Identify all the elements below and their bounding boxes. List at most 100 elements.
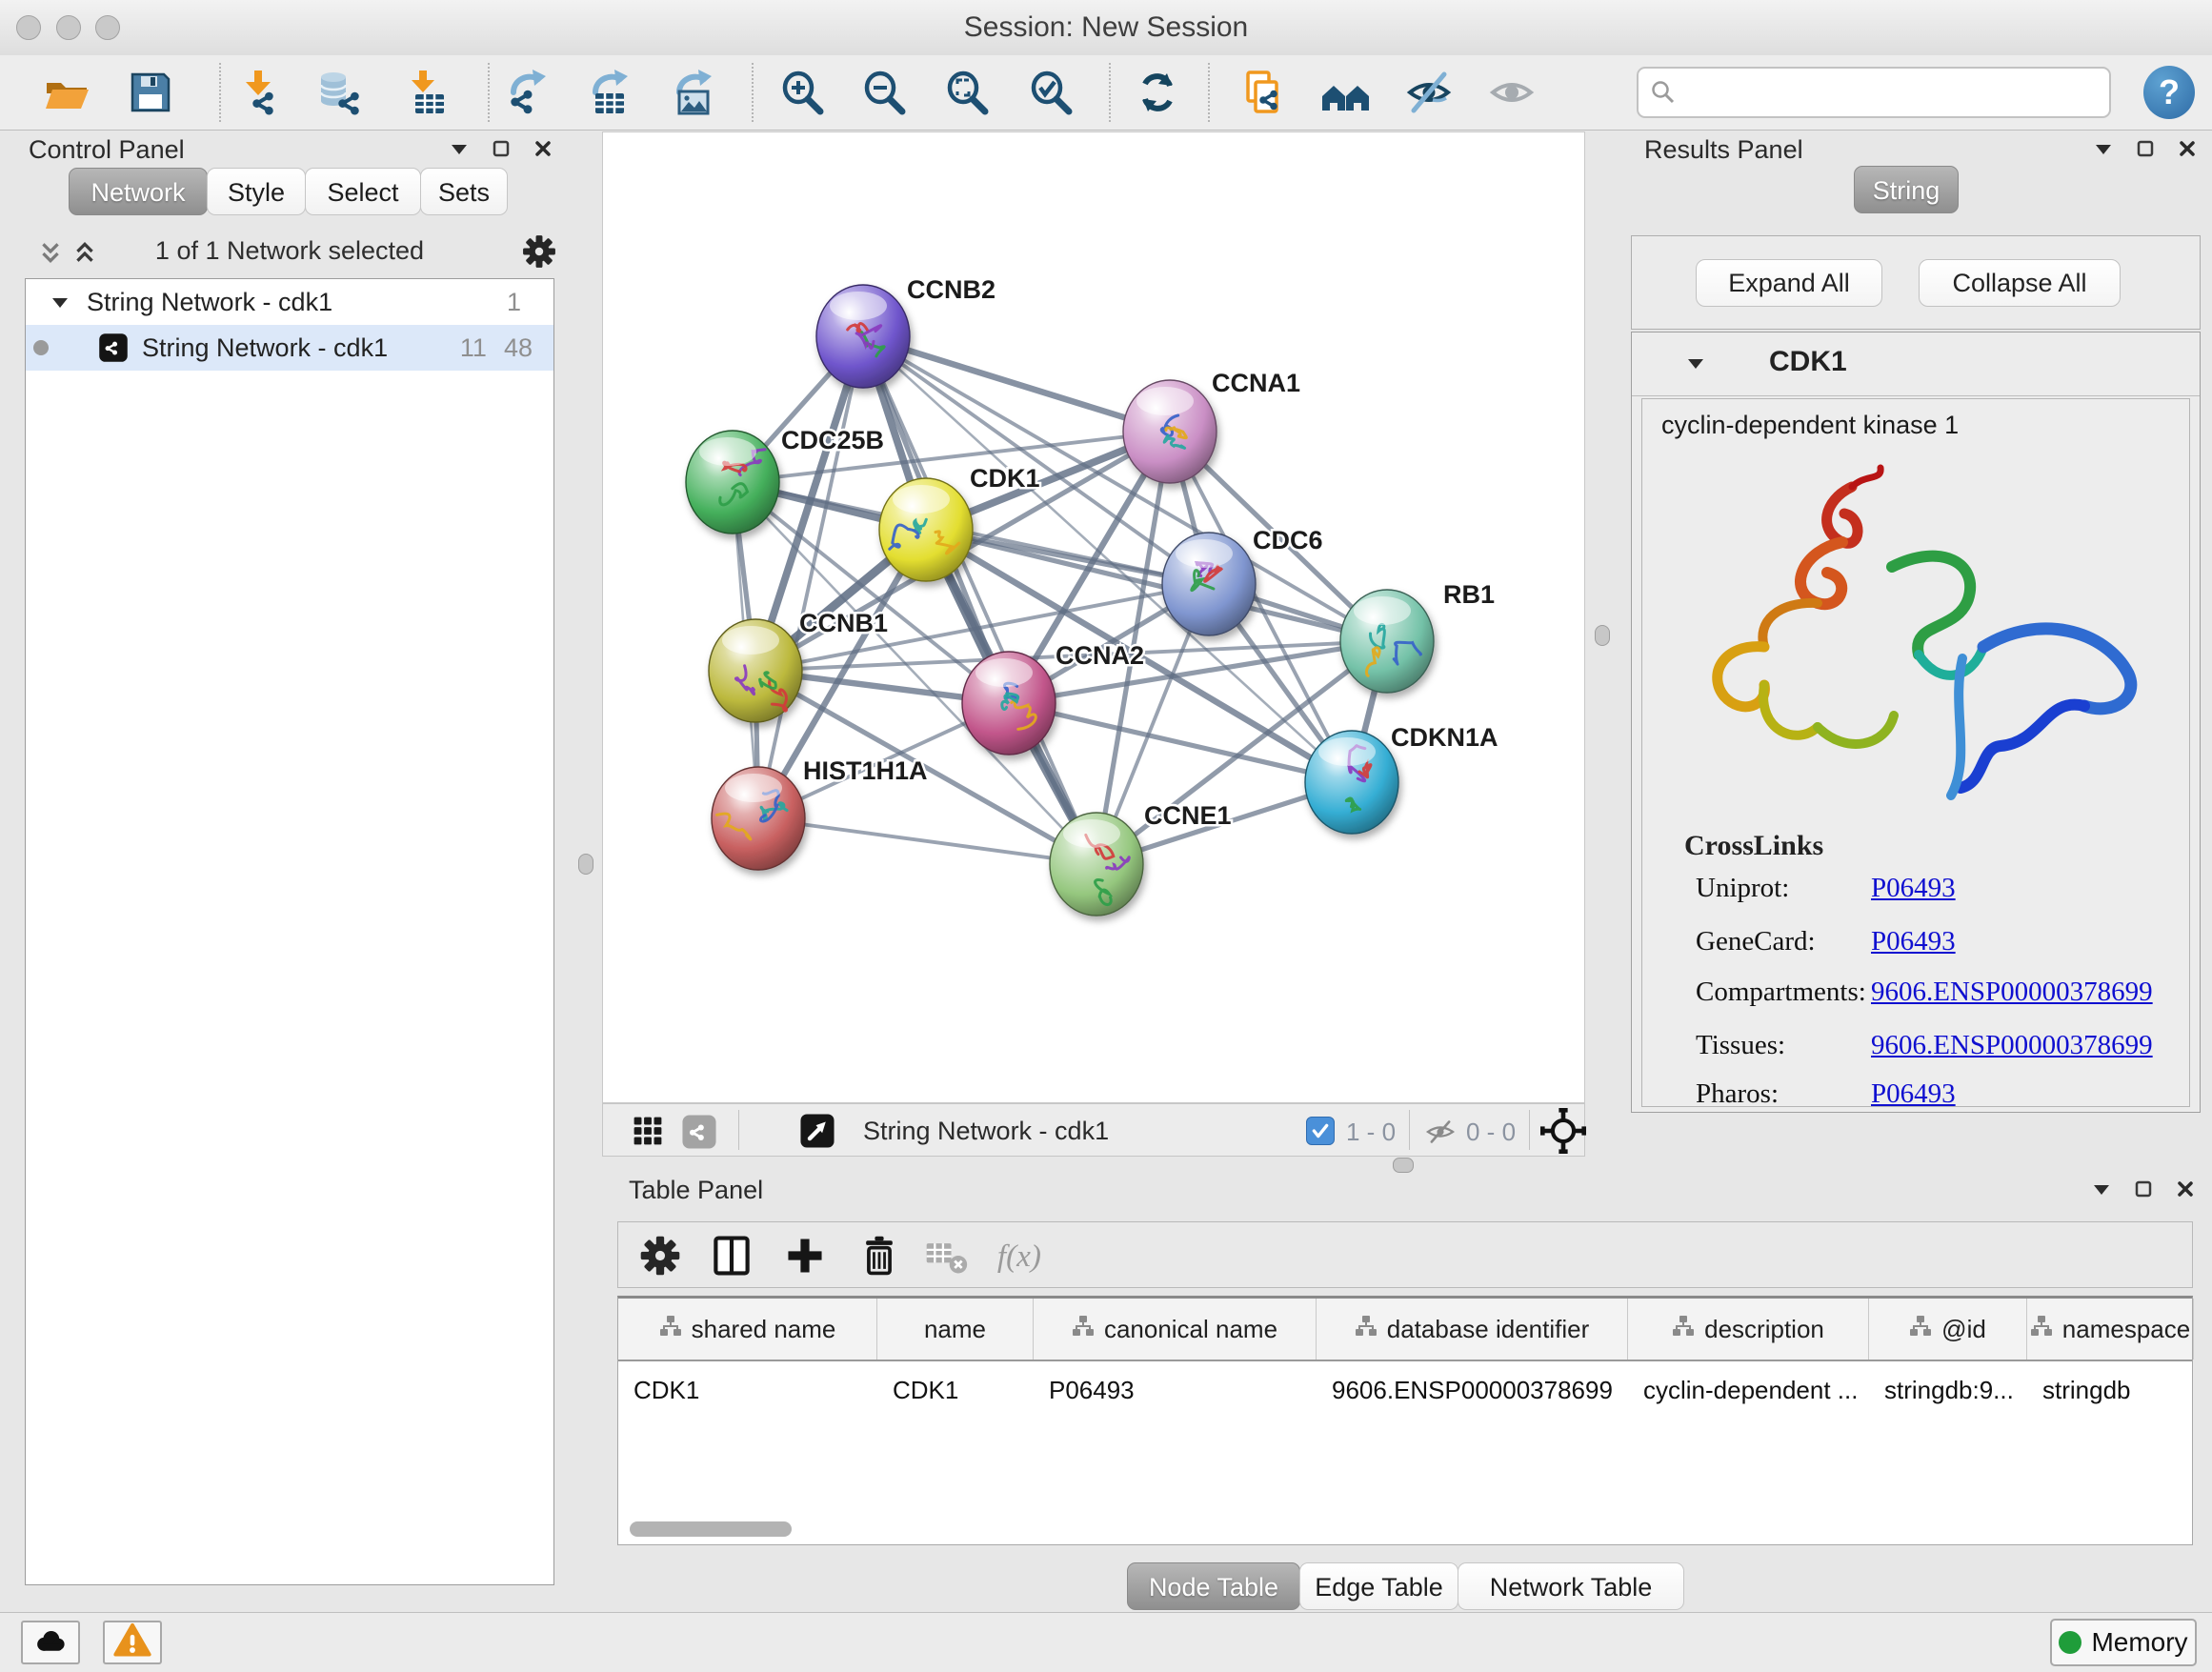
cell-canonicalname[interactable]: P06493 <box>1034 1361 1317 1419</box>
network-node-CCNA2[interactable] <box>962 652 1056 755</box>
column-label: name <box>924 1315 986 1344</box>
network-node-CDC25B[interactable] <box>686 431 779 534</box>
cell-namespace[interactable]: stringdb <box>2027 1361 2194 1419</box>
panel-close-icon[interactable] <box>2176 1179 2195 1203</box>
network-row[interactable]: String Network - cdk1 11 48 <box>26 325 553 371</box>
import-table-button[interactable] <box>401 68 451 117</box>
show-preview-button[interactable] <box>1487 68 1537 117</box>
tab-edge-table[interactable]: Edge Table <box>1299 1562 1458 1610</box>
warnings-button[interactable] <box>103 1621 162 1664</box>
zoom-out-button[interactable] <box>859 68 909 117</box>
export-image-button[interactable] <box>668 68 717 117</box>
import-network-button[interactable] <box>233 68 283 117</box>
bottom-splitter-handle[interactable] <box>1393 1158 1414 1173</box>
import-database-button[interactable] <box>315 68 365 117</box>
tab-sets[interactable]: Sets <box>420 168 508 215</box>
network-graph[interactable]: CCNB2CCNA1CDC25BCDK1CDC6RB1CCNB1CCNA2CDK… <box>603 132 1584 1102</box>
refresh-layout-button[interactable] <box>1133 68 1182 117</box>
right-splitter-handle[interactable] <box>1595 625 1610 646</box>
cell-description[interactable]: cyclin-dependent ... <box>1628 1361 1869 1419</box>
memory-button[interactable]: Memory <box>2050 1619 2197 1666</box>
cell-databaseidentifier[interactable]: 9606.ENSP00000378699 <box>1317 1361 1628 1419</box>
zoom-selected-button[interactable] <box>1026 68 1076 117</box>
network-node-CDKN1A[interactable] <box>1305 731 1398 834</box>
create-column-button[interactable] <box>782 1233 832 1277</box>
delete-table-button[interactable] <box>923 1233 973 1277</box>
tab-network[interactable]: Network <box>69 168 208 215</box>
tree-node-icon <box>1909 1315 1932 1344</box>
expand-all-button[interactable]: Expand All <box>1696 259 1882 307</box>
open-session-button[interactable] <box>42 68 91 117</box>
network-node-CDK1[interactable] <box>879 478 973 581</box>
collapse-all-button[interactable]: Collapse All <box>1919 259 2121 307</box>
panel-menu-icon[interactable] <box>2092 1179 2111 1203</box>
tab-network-table[interactable]: Network Table <box>1458 1562 1684 1610</box>
panel-float-icon[interactable] <box>492 139 511 163</box>
selected-checkbox[interactable] <box>1306 1117 1335 1145</box>
search-input[interactable] <box>1677 72 2109 112</box>
panel-menu-icon[interactable] <box>450 139 469 163</box>
network-canvas[interactable]: CCNB2CCNA1CDC25BCDK1CDC6RB1CCNB1CCNA2CDK… <box>602 131 1585 1103</box>
column-header-name[interactable]: name <box>877 1299 1034 1360</box>
hide-glasses-button[interactable] <box>1404 68 1454 117</box>
network-node-CCNB1[interactable] <box>709 619 802 722</box>
panel-close-icon[interactable] <box>533 139 553 163</box>
cell-id[interactable]: stringdb:9... <box>1869 1361 2027 1419</box>
tab-string[interactable]: String <box>1854 166 1959 213</box>
column-header-id[interactable]: @id <box>1869 1299 2027 1360</box>
panel-menu-icon[interactable] <box>2094 139 2113 163</box>
column-header-canonicalname[interactable]: canonical name <box>1034 1299 1317 1360</box>
crosshair-icon[interactable] <box>1540 1108 1586 1158</box>
external-link-icon[interactable] <box>799 1113 835 1154</box>
export-network-button[interactable] <box>502 68 552 117</box>
network-node-CCNB2[interactable] <box>816 285 910 388</box>
table-settings-button[interactable] <box>637 1233 687 1277</box>
column-header-description[interactable]: description <box>1628 1299 1869 1360</box>
network-node-CDC6[interactable] <box>1162 533 1256 635</box>
collection-expander-icon[interactable] <box>50 292 70 312</box>
table-horizontal-scrollbar[interactable] <box>630 1521 792 1537</box>
crosslink-link[interactable]: 9606.ENSP00000378699 <box>1871 1030 2153 1061</box>
network-options-gear-icon[interactable] <box>520 232 558 275</box>
network-node-HIST1H1A[interactable] <box>712 767 805 870</box>
column-header-sharedname[interactable]: shared name <box>618 1299 877 1360</box>
string-home-button[interactable] <box>1321 68 1371 117</box>
panel-float-icon[interactable] <box>2134 1179 2153 1203</box>
cell-name[interactable]: CDK1 <box>877 1361 1034 1419</box>
cell-sharedname[interactable]: CDK1 <box>618 1361 877 1419</box>
svg-text:f(x): f(x) <box>997 1239 1041 1274</box>
panel-float-icon[interactable] <box>2136 139 2155 163</box>
crosslink-link[interactable]: P06493 <box>1871 926 1956 957</box>
network-node-CCNE1[interactable] <box>1050 813 1143 916</box>
tab-node-table[interactable]: Node Table <box>1127 1562 1300 1610</box>
network-node-CCNA1[interactable] <box>1123 380 1217 483</box>
left-splitter-handle[interactable] <box>578 854 593 875</box>
help-button[interactable]: ? <box>2143 66 2195 119</box>
tab-style[interactable]: Style <box>207 168 306 215</box>
delete-column-button[interactable] <box>856 1233 906 1277</box>
column-header-namespace[interactable]: namespace <box>2027 1299 2194 1360</box>
split-column-button[interactable] <box>709 1233 758 1277</box>
crosslink-link[interactable]: P06493 <box>1871 1078 1956 1110</box>
table-row[interactable]: CDK1CDK1P064939606.ENSP00000378699cyclin… <box>618 1361 2192 1419</box>
network-collection-row[interactable]: String Network - cdk1 1 <box>26 279 553 325</box>
zoom-fit-button[interactable] <box>942 68 992 117</box>
protein-structure-image <box>1665 460 2164 834</box>
cloud-button[interactable] <box>21 1621 80 1664</box>
column-header-databaseidentifier[interactable]: database identifier <box>1317 1299 1628 1360</box>
zoom-in-button[interactable] <box>777 68 827 117</box>
eye-hidden-icon[interactable] <box>1424 1116 1457 1153</box>
network-node-RB1[interactable] <box>1340 590 1434 693</box>
share-network-icon[interactable] <box>681 1114 717 1155</box>
section-expander-icon[interactable] <box>1686 353 1705 377</box>
grid-view-icon[interactable] <box>632 1115 664 1152</box>
search-box[interactable] <box>1637 67 2111 118</box>
crosslink-link[interactable]: 9606.ENSP00000378699 <box>1871 977 2153 1008</box>
panel-close-icon[interactable] <box>2178 139 2197 163</box>
tab-select[interactable]: Select <box>305 168 421 215</box>
crosslink-link[interactable]: P06493 <box>1871 873 1956 904</box>
save-session-button[interactable] <box>126 68 175 117</box>
function-builder-button[interactable]: f(x) <box>995 1233 1045 1277</box>
export-table-button[interactable] <box>584 68 633 117</box>
copy-current-style-button[interactable] <box>1238 68 1288 117</box>
